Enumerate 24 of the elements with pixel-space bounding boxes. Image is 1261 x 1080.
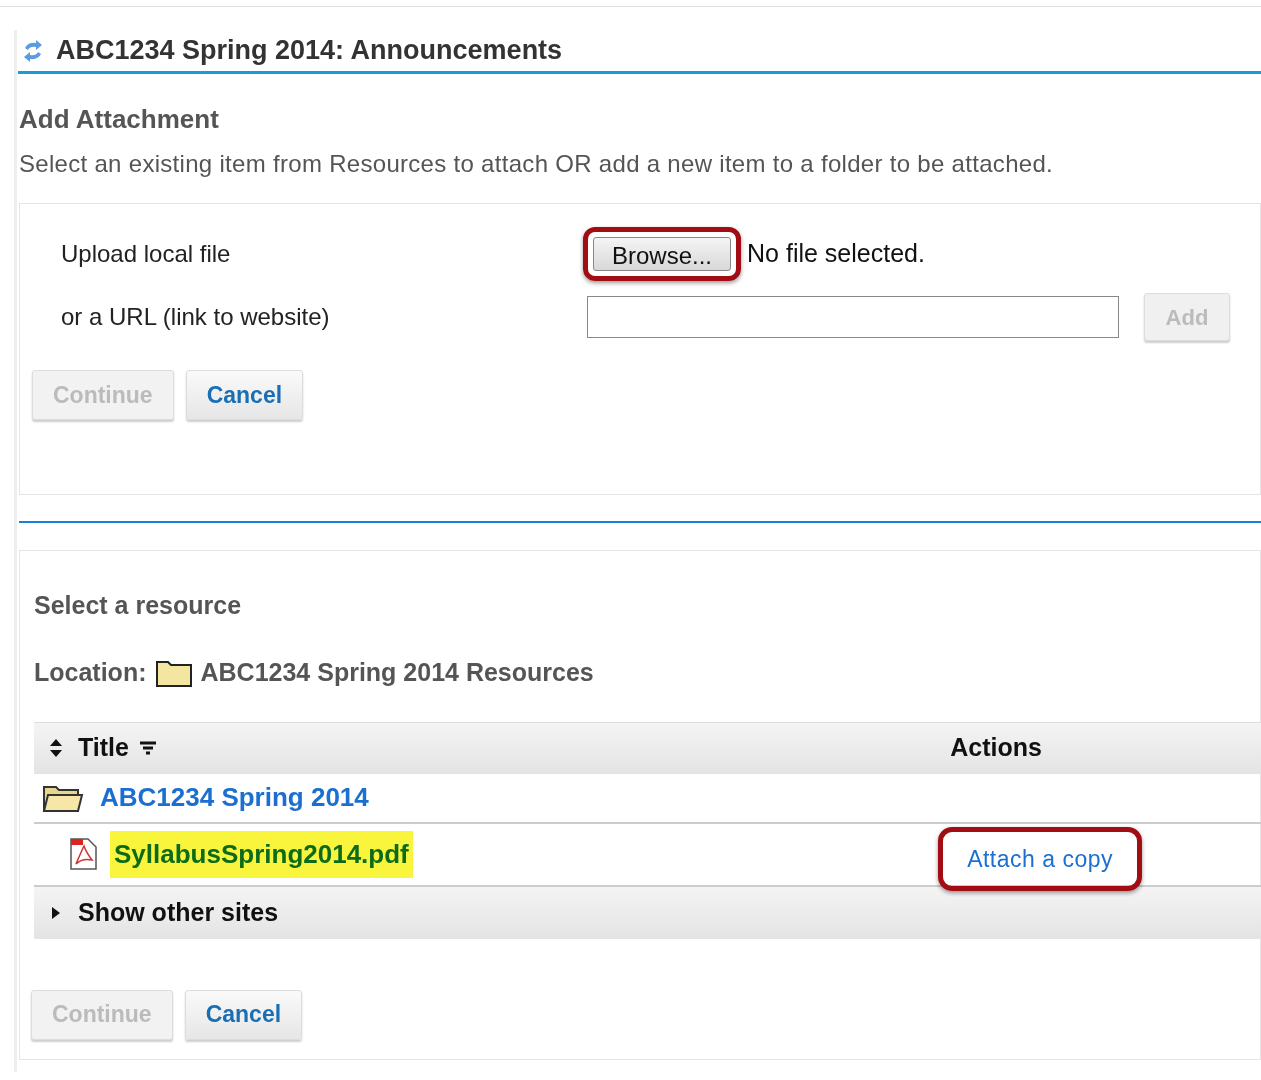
section-heading: Add Attachment — [19, 106, 220, 132]
url-field[interactable] — [587, 296, 1119, 338]
filter-icon[interactable] — [138, 740, 157, 756]
field-label: or a URL (link to website) — [61, 302, 331, 332]
location-label: Location: — [34, 657, 147, 688]
field-label: Upload local file — [61, 239, 232, 269]
section-description: Select an existing item from Resources to attach OR add a new item to a folder to be attached. — [19, 152, 1055, 176]
cancel-button[interactable]: Cancel — [184, 989, 303, 1040]
file-status: No file selected. — [747, 238, 925, 270]
column-header: Actions — [950, 732, 1042, 764]
caret-icon[interactable] — [50, 905, 62, 920]
file-link[interactable]: SyllabusSpring2014.pdf — [110, 830, 413, 878]
folder-link[interactable]: ABC1234 Spring 2014 — [96, 774, 373, 821]
resource-heading: Select a resource — [34, 593, 243, 618]
show-other-sites[interactable]: Show other sites — [78, 893, 279, 932]
refresh-icon — [22, 38, 44, 63]
attach-link[interactable]: Attach a copy — [967, 845, 1113, 872]
cancel-button[interactable]: Cancel — [185, 370, 304, 420]
column-header[interactable]: Title — [78, 729, 129, 767]
browse-button[interactable]: Browse... — [593, 237, 732, 271]
sort-icon[interactable] — [48, 737, 64, 759]
pdf-file-icon — [68, 838, 98, 870]
page-title: ABC1234 Spring 2014: Announcements — [56, 34, 563, 68]
location-path: ABC1234 Spring 2014 Resources — [200, 657, 594, 688]
